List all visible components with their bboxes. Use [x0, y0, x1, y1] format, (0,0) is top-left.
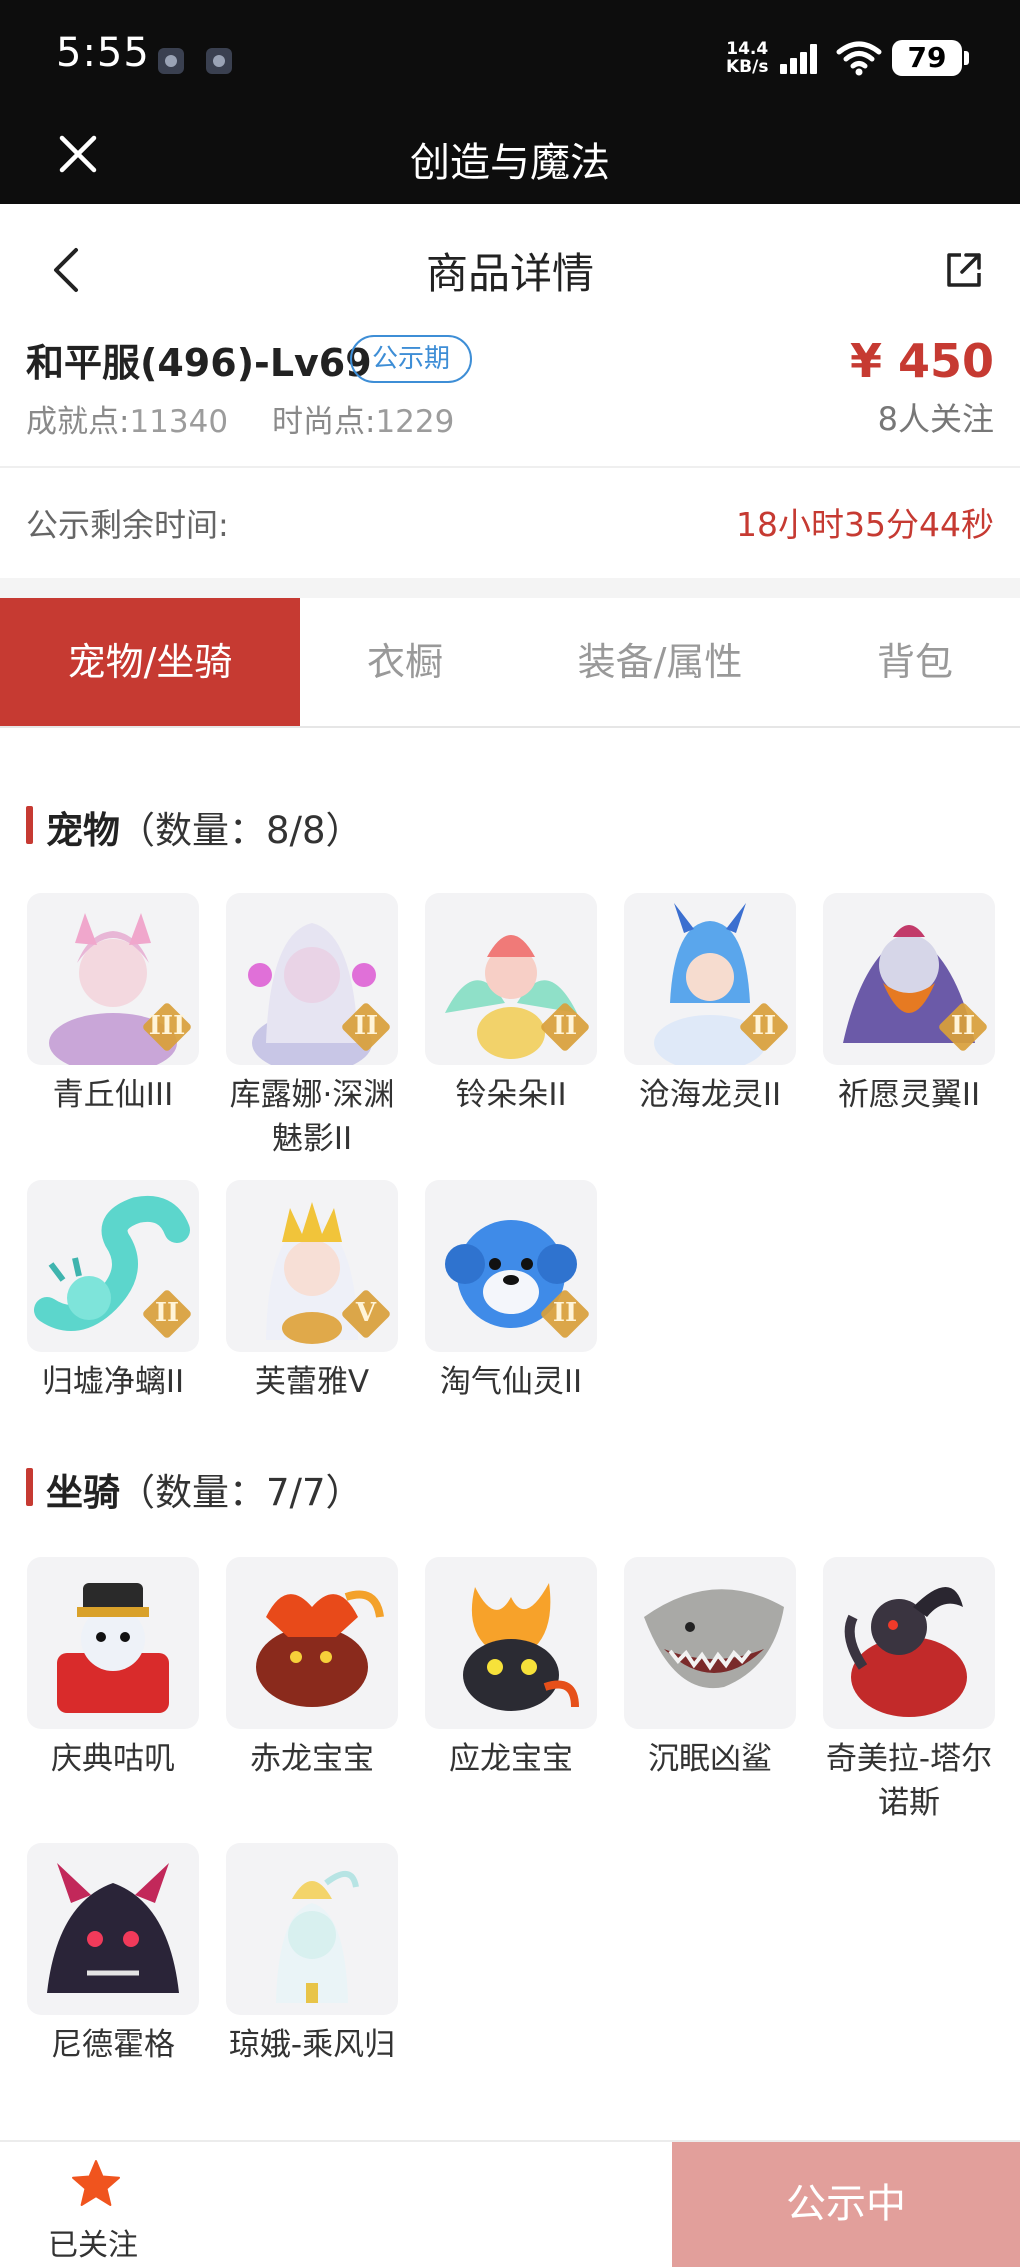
- tier-badge: V: [340, 1288, 392, 1340]
- mount-name: 赤龙宝宝: [250, 1741, 374, 1777]
- pet-thumbnail: II: [624, 893, 796, 1065]
- pet-item[interactable]: II 库露娜·深渊魅影II: [226, 893, 398, 1161]
- pet-thumbnail: II: [425, 1180, 597, 1352]
- tier-badge: II: [738, 1001, 790, 1053]
- tier-badge: III: [141, 1001, 193, 1053]
- pet-item[interactable]: II 淘气仙灵II: [425, 1180, 597, 1404]
- wifi-icon: [836, 41, 882, 76]
- pet-name: 归墟净螭II: [41, 1364, 185, 1400]
- tab-bar: 宠物/坐骑 衣橱 装备/属性 背包: [0, 598, 1020, 728]
- mount-name: 琼娥-乘风归: [228, 2027, 396, 2063]
- mount-thumbnail: [823, 1557, 995, 1729]
- pet-thumbnail: V: [226, 1180, 398, 1352]
- pet-item[interactable]: II 祈愿灵翼II: [823, 893, 995, 1117]
- tier-badge: II: [937, 1001, 989, 1053]
- remaining-time-value: 18小时35分44秒: [736, 505, 994, 544]
- mount-name: 奇美拉-塔尔诺斯: [825, 1741, 993, 1821]
- pet-thumbnail: II: [27, 1180, 199, 1352]
- pet-item[interactable]: V 芙蕾雅V: [226, 1180, 398, 1404]
- star-icon[interactable]: [70, 2158, 122, 2210]
- section-marker: [26, 806, 33, 844]
- mount-item[interactable]: 沉眠凶鲨: [624, 1557, 796, 1781]
- mount-item[interactable]: 庆典咕叽: [27, 1557, 199, 1781]
- remaining-time-label: 公示剩余时间:: [26, 506, 229, 544]
- product-price: ¥ 450: [849, 334, 994, 388]
- mount-thumbnail: [27, 1557, 199, 1729]
- mount-item[interactable]: 赤龙宝宝: [226, 1557, 398, 1781]
- tab-backpack[interactable]: 背包: [810, 598, 1020, 726]
- tab-pets-mounts[interactable]: 宠物/坐骑: [0, 598, 300, 726]
- section-marker: [26, 1468, 33, 1506]
- bottom-action-bar: 已关注 公示中: [0, 2140, 1020, 2267]
- status-time: 5:55: [56, 30, 150, 76]
- fashion-points: 时尚点:1229: [272, 396, 454, 441]
- tier-badge: II: [539, 1288, 591, 1340]
- pet-thumbnail: II: [425, 893, 597, 1065]
- tab-wardrobe[interactable]: 衣橱: [300, 598, 510, 726]
- mount-item[interactable]: 尼德霍格: [27, 1843, 199, 2067]
- mount-name: 应龙宝宝: [449, 1741, 573, 1777]
- mount-thumbnail: [425, 1557, 597, 1729]
- network-speed-value: 14.4: [726, 39, 769, 59]
- signal-icon: [780, 44, 824, 74]
- page-title: 商品详情: [425, 249, 594, 298]
- pet-name: 淘气仙灵II: [439, 1364, 583, 1400]
- pet-name: 祈愿灵翼II: [837, 1077, 981, 1113]
- page-header: 商品详情: [0, 204, 1020, 332]
- pet-name: 沧海龙灵II: [638, 1077, 782, 1113]
- pet-name: 芙蕾雅V: [254, 1364, 370, 1400]
- achievement-points: 成就点:11340: [26, 396, 228, 441]
- pets-count: （数量：8/8）: [118, 809, 363, 852]
- network-speed-unit: KB/s: [726, 57, 769, 77]
- mounts-title: 坐骑: [46, 1471, 120, 1514]
- mount-name: 沉眠凶鲨: [648, 1741, 772, 1777]
- share-icon[interactable]: [944, 250, 984, 290]
- follower-count: 8人关注: [877, 400, 994, 438]
- pet-thumbnail: II: [823, 893, 995, 1065]
- product-name: 和平服(496)-Lv69: [26, 341, 372, 385]
- pets-title: 宠物: [46, 809, 120, 852]
- pet-name: 库露娜·深渊魅影II: [229, 1077, 395, 1157]
- mount-item[interactable]: 应龙宝宝: [425, 1557, 597, 1781]
- mount-thumbnail: [27, 1843, 199, 2015]
- pet-thumbnail: II: [226, 893, 398, 1065]
- fashion-value: 1229: [375, 404, 455, 440]
- mount-thumbnail: [226, 1843, 398, 2015]
- notification-calendar-icon: [206, 48, 232, 74]
- pet-name: 铃朵朵II: [455, 1077, 567, 1113]
- network-speed: 14.4 KB/s: [726, 40, 768, 76]
- divider: [0, 466, 1020, 468]
- tier-badge: II: [539, 1001, 591, 1053]
- pet-name: 青丘仙III: [52, 1077, 174, 1113]
- tab-equipment[interactable]: 装备/属性: [510, 598, 810, 726]
- mount-name: 庆典咕叽: [51, 1741, 175, 1777]
- mounts-count: （数量：7/7）: [118, 1471, 363, 1514]
- mount-item[interactable]: 琼娥-乘风归: [226, 1843, 398, 2067]
- section-gap: [0, 578, 1020, 598]
- pet-item[interactable]: III 青丘仙III: [27, 893, 199, 1117]
- tier-badge: II: [141, 1288, 193, 1340]
- pet-item[interactable]: II 沧海龙灵II: [624, 893, 796, 1117]
- status-badge: 公示期: [350, 335, 473, 383]
- achievement-label: 成就点:: [26, 404, 130, 440]
- mount-thumbnail: [226, 1557, 398, 1729]
- public-status-button[interactable]: 公示中: [672, 2142, 1020, 2267]
- mount-name: 尼德霍格: [51, 2027, 175, 2063]
- battery-icon: 79: [892, 40, 969, 76]
- tier-badge: II: [340, 1001, 392, 1053]
- webview-header: 创造与魔法: [0, 112, 1020, 204]
- status-bar: 5:55 14.4 KB/s 79: [0, 0, 1020, 112]
- pet-item[interactable]: II 归墟净螭II: [27, 1180, 199, 1404]
- notification-app-icon: [158, 48, 184, 74]
- mount-thumbnail: [624, 1557, 796, 1729]
- pet-item[interactable]: II 铃朵朵II: [425, 893, 597, 1117]
- fashion-label: 时尚点:: [272, 404, 376, 440]
- pet-thumbnail: III: [27, 893, 199, 1065]
- webview-title: 创造与魔法: [410, 140, 610, 186]
- achievement-value: 11340: [129, 404, 229, 440]
- mount-item[interactable]: 奇美拉-塔尔诺斯: [823, 1557, 995, 1825]
- follow-label[interactable]: 已关注: [48, 2220, 138, 2264]
